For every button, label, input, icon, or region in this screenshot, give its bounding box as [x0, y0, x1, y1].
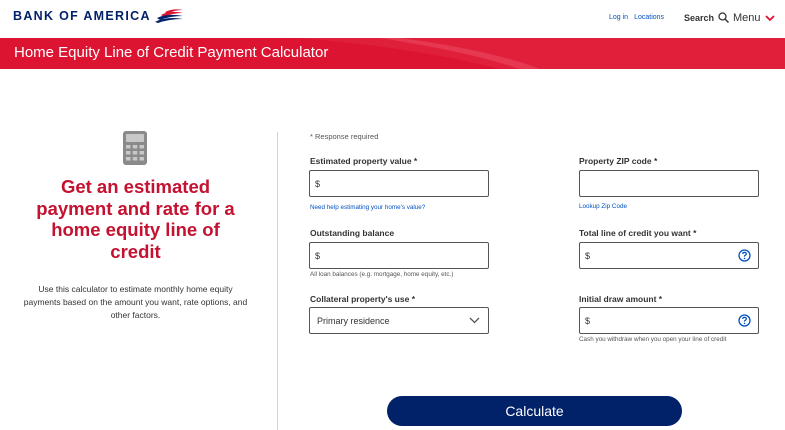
- page-banner: Home Equity Line of Credit Payment Calcu…: [0, 38, 785, 69]
- calculator-description: Use this calculator to estimate monthly …: [23, 284, 248, 320]
- bank-of-america-logo[interactable]: BANK OF AMERICA: [13, 9, 185, 23]
- help-icon[interactable]: [738, 314, 751, 327]
- property-value-label: Estimated property value *: [310, 156, 418, 166]
- currency-prefix: $: [585, 250, 591, 261]
- lookup-zip-link[interactable]: Lookup Zip Code: [579, 203, 627, 210]
- total-line-label: Total line of credit you want *: [579, 228, 697, 238]
- calculate-button[interactable]: Calculate: [387, 396, 682, 426]
- collateral-use-select[interactable]: Primary residence: [309, 307, 489, 334]
- total-line-input[interactable]: $: [579, 242, 759, 269]
- menu-label: Menu: [733, 12, 761, 24]
- collateral-use-label: Collateral property's use *: [310, 294, 416, 304]
- locations-link[interactable]: Locations: [634, 14, 664, 21]
- initial-draw-input[interactable]: $: [579, 307, 759, 334]
- utility-links: Log in Locations: [609, 14, 664, 21]
- calculate-label: Calculate: [505, 403, 564, 419]
- search-label: Search: [684, 12, 715, 23]
- site-header: BANK OF AMERICA Log in Locations Search …: [0, 0, 785, 38]
- currency-prefix: $: [315, 250, 321, 261]
- currency-prefix: $: [585, 315, 591, 326]
- estimate-home-value-link[interactable]: Need help estimating your home's value?: [310, 204, 425, 211]
- calculator-icon: [123, 131, 147, 165]
- outstanding-balance-label: Outstanding balance: [310, 228, 395, 238]
- currency-prefix: $: [315, 178, 321, 189]
- help-icon[interactable]: [738, 249, 751, 262]
- logo-text: BANK OF AMERICA: [13, 9, 151, 23]
- property-value-input[interactable]: $: [309, 170, 489, 197]
- chevron-down-icon: [469, 317, 480, 324]
- zip-code-label: Property ZIP code *: [579, 156, 658, 166]
- menu-button[interactable]: Menu: [733, 12, 775, 24]
- flag-logo-icon: [154, 9, 183, 23]
- column-divider: [277, 132, 278, 430]
- zip-code-input[interactable]: [579, 170, 759, 197]
- page-title: Home Equity Line of Credit Payment Calcu…: [14, 44, 329, 61]
- initial-draw-helper: Cash you withdraw when you open your lin…: [579, 336, 727, 343]
- search-icon: [718, 12, 730, 23]
- required-note: * Response required: [310, 132, 379, 141]
- chevron-down-icon: [764, 14, 775, 21]
- outstanding-balance-input[interactable]: $: [309, 242, 489, 269]
- collateral-use-value: Primary residence: [317, 315, 390, 326]
- login-link[interactable]: Log in: [609, 14, 628, 21]
- calculator-headline: Get an estimated payment and rate for a …: [36, 176, 235, 262]
- outstanding-balance-helper: All loan balances (e.g. mortgage, home e…: [310, 271, 454, 278]
- initial-draw-label: Initial draw amount *: [579, 294, 663, 304]
- search-button[interactable]: Search: [684, 12, 730, 23]
